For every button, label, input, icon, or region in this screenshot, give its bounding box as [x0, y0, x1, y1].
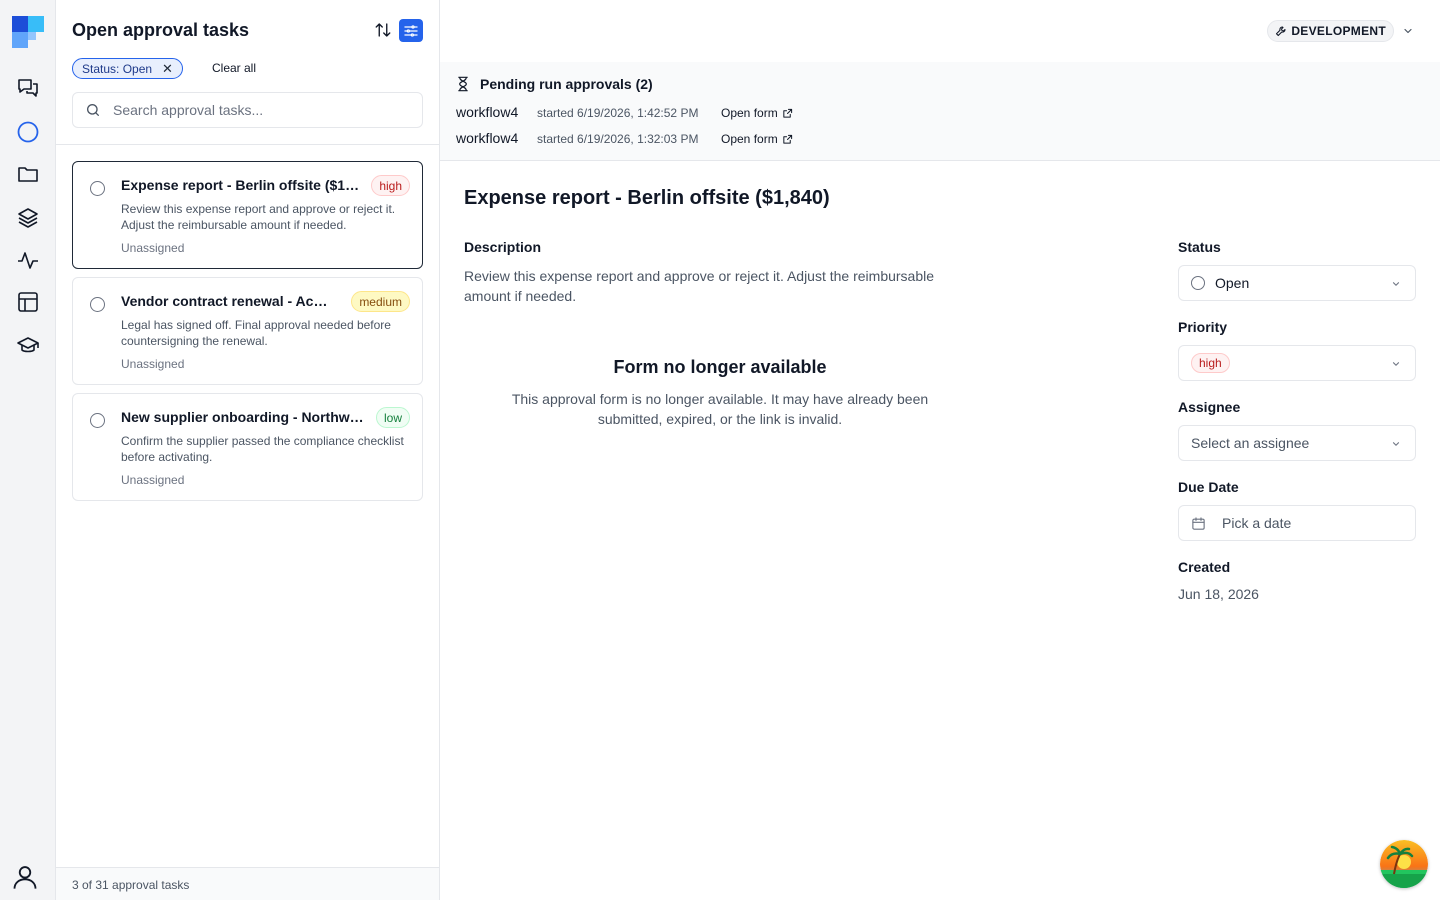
table-icon[interactable] [14, 288, 42, 316]
calendar-icon [1192, 516, 1205, 530]
task-description: Legal has signed off. Final approval nee… [121, 318, 391, 348]
due-date-label: Due Date [1178, 479, 1239, 495]
priority-value-badge: high [1191, 353, 1230, 373]
graduation-cap-icon[interactable] [14, 332, 42, 360]
chevron-down-icon [1392, 282, 1400, 286]
app-logo[interactable] [12, 16, 44, 48]
filter-button[interactable] [399, 19, 423, 42]
task-assignee: Unassigned [121, 357, 185, 371]
search-box [72, 92, 423, 128]
icon-rail [0, 0, 56, 900]
open-form-label: Open form [721, 106, 778, 120]
status-label: Status [1178, 239, 1221, 255]
hourglass-icon [458, 76, 468, 92]
open-form-link[interactable]: Open form [721, 106, 793, 120]
form-unavailable-title: Form no longer available [613, 357, 827, 377]
environment-label: DEVELOPMENT [1291, 24, 1386, 38]
due-date-placeholder: Pick a date [1222, 515, 1292, 531]
remove-filter-icon[interactable]: ✕ [162, 62, 173, 75]
circle-icon[interactable] [14, 118, 42, 146]
priority-badge: medium [351, 291, 410, 312]
priority-label: Priority [1178, 319, 1228, 335]
task-title: New supplier onboarding - Northwind [121, 409, 365, 425]
external-link-icon [783, 108, 792, 118]
form-unavailable-message: This approval form is no longer availabl… [511, 391, 929, 427]
pending-approvals-title: Pending run approvals (2) [480, 76, 653, 92]
priority-badge: low [375, 407, 410, 428]
run-started-time: started 6/19/2026, 1:32:03 PM [537, 132, 699, 146]
task-list-title: Open approval tasks [72, 20, 250, 40]
task-title: Vendor contract renewal - Acme Corp [121, 293, 339, 309]
open-form-label: Open form [721, 132, 778, 146]
task-detail-title: Expense report - Berlin offsite ($1,840) [464, 187, 830, 209]
assistant-avatar-bubble[interactable] [1380, 840, 1428, 888]
chevron-down-icon [1392, 362, 1400, 366]
priority-select[interactable]: high [1178, 345, 1416, 381]
task-detail-description: Review this expense report and approve o… [464, 268, 935, 304]
status-filter-chip: Status: Open ✕ [72, 58, 183, 79]
status-value: Open [1215, 275, 1250, 291]
task-list-header: Open approval tasks Status: Open ✕ Clear… [56, 0, 439, 145]
environment-badge: DEVELOPMENT [1267, 20, 1394, 42]
sliders-icon [404, 24, 418, 37]
sort-button[interactable] [372, 19, 394, 41]
search-input[interactable] [113, 102, 393, 118]
task-description: Confirm the supplier passed the complian… [121, 434, 404, 464]
task-title: Expense report - Berlin offsite ($1,840) [121, 177, 361, 193]
priority-badge: high [371, 175, 410, 196]
task-card[interactable]: Expense report - Berlin offsite ($1,840)… [72, 161, 423, 269]
assignee-label: Assignee [1178, 399, 1241, 415]
status-open-icon [1191, 276, 1205, 290]
due-date-picker[interactable]: Pick a date [1178, 505, 1416, 541]
task-status-radio[interactable] [90, 297, 105, 312]
description-label: Description [464, 239, 542, 255]
assignee-select[interactable]: Select an assignee [1178, 425, 1416, 461]
clear-all-button[interactable]: Clear all [212, 61, 256, 75]
task-count-footer: 3 of 31 approval tasks [56, 867, 439, 900]
created-label: Created [1178, 559, 1231, 575]
assignee-placeholder: Select an assignee [1191, 435, 1310, 451]
sort-icon [375, 23, 391, 37]
task-status-radio[interactable] [90, 413, 105, 428]
run-started-time: started 6/19/2026, 1:42:52 PM [537, 106, 699, 120]
user-icon[interactable] [10, 862, 40, 892]
layers-icon[interactable] [14, 204, 42, 232]
open-form-link[interactable]: Open form [721, 132, 793, 146]
created-date: Jun 18, 2026 [1178, 586, 1259, 602]
run-workflow-name: workflow4 [456, 130, 519, 146]
activity-icon[interactable] [14, 246, 42, 274]
status-select[interactable]: Open [1178, 265, 1416, 301]
chevron-down-icon [1392, 442, 1400, 446]
pending-run-row: workflow4 started 6/19/2026, 1:32:03 PM … [456, 130, 793, 146]
chevron-down-icon [1404, 28, 1412, 34]
task-assignee: Unassigned [121, 241, 185, 255]
task-detail-panel: DEVELOPMENT Pending run approvals (2) wo… [440, 0, 1440, 900]
external-link-icon [783, 134, 792, 144]
pending-run-approvals: Pending run approvals (2) workflow4 star… [440, 62, 1440, 161]
task-card[interactable]: Vendor contract renewal - Acme Corp medi… [72, 277, 423, 385]
pending-approvals-header: Pending run approvals (2) [456, 76, 653, 92]
pending-run-row: workflow4 started 6/19/2026, 1:42:52 PM … [456, 104, 793, 120]
search-icon [87, 104, 99, 116]
task-assignee: Unassigned [121, 473, 185, 487]
task-list-panel: Open approval tasks Status: Open ✕ Clear… [56, 0, 440, 900]
environment-switcher[interactable]: DEVELOPMENT [1267, 20, 1414, 42]
task-card[interactable]: New supplier onboarding - Northwind low … [72, 393, 423, 501]
run-workflow-name: workflow4 [456, 104, 519, 120]
folder-icon[interactable] [14, 160, 42, 188]
status-filter-chip-label: Status: Open [82, 61, 153, 76]
task-description: Review this expense report and approve o… [121, 202, 396, 232]
wrench-icon [1276, 26, 1286, 37]
beach-avatar-icon [1380, 840, 1428, 888]
task-status-radio[interactable] [90, 181, 105, 196]
chat-icon[interactable] [14, 74, 42, 102]
